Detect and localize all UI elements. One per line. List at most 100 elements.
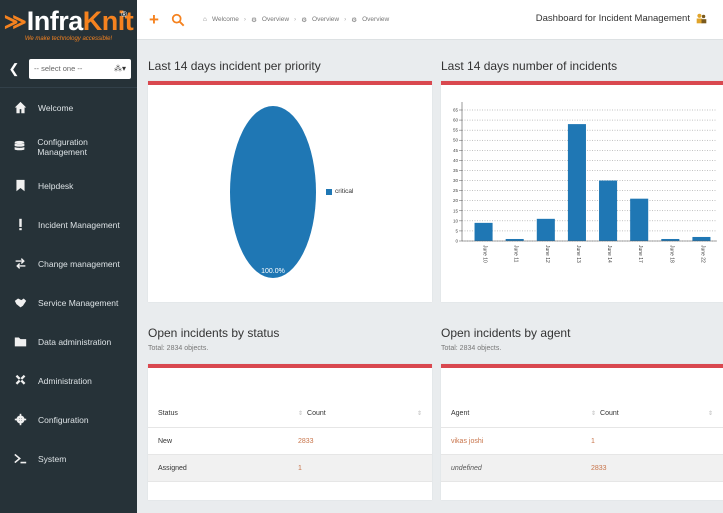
agent-cell-link[interactable]: vikas joshi — [441, 438, 591, 445]
agent-cell: undefined — [451, 464, 482, 472]
count-cell-link[interactable]: 2833 — [591, 465, 723, 472]
table-row[interactable]: vikas joshi 1 — [441, 428, 723, 455]
sort-icon[interactable]: ⇕ — [708, 410, 713, 417]
breadcrumb-item-icon: ⚙ — [351, 16, 358, 24]
breadcrumb-item[interactable]: Welcome — [212, 16, 239, 23]
sidebar-item-administration[interactable]: Administration — [0, 361, 137, 400]
pie-slice[interactable] — [230, 106, 316, 278]
count-cell-link[interactable]: 1 — [591, 438, 723, 445]
handshake-icon — [8, 296, 32, 309]
priority-panel-title: Last 14 days incident per priority — [148, 59, 321, 73]
sidebar-item-label: Data administration — [38, 336, 112, 347]
status-panel-title: Open incidents by status — [148, 326, 280, 340]
tools-icon — [8, 374, 32, 387]
folder-icon — [8, 335, 32, 348]
sidebar-item-helpdesk[interactable]: Helpdesk — [0, 166, 137, 205]
x-tick-label: June 17 — [637, 245, 643, 263]
table-row[interactable]: New 2833 — [148, 428, 432, 455]
pie-slice-label: 100.0% — [261, 268, 285, 275]
breadcrumb-item[interactable]: Overview — [312, 16, 339, 23]
dashboard-title-text: Dashboard for Incident Management — [535, 13, 690, 24]
status-table: Status ⇕ Count ⇕ New 2833 Assigned 1 — [148, 400, 432, 482]
brand-logo[interactable]: ≫ InfraKnit ® We make technology accessi… — [0, 0, 137, 50]
bar[interactable] — [536, 218, 555, 241]
bookmark-icon — [8, 179, 32, 192]
agent-panel-title: Open incidents by agent — [441, 326, 571, 340]
table-header-row: Agent ⇕ Count ⇕ — [441, 400, 723, 428]
y-tick-label: 30 — [453, 178, 459, 183]
priority-chart-card: 100.0% critical — [148, 81, 432, 302]
sidebar-menu: Welcome Configuration Management Helpdes… — [0, 88, 137, 478]
bar[interactable] — [692, 236, 711, 241]
status-column-header[interactable]: Status — [148, 410, 298, 417]
sort-icon[interactable]: ⇕ — [417, 410, 422, 417]
sidebar-item-configuration-management[interactable]: Configuration Management — [0, 127, 137, 166]
table-row[interactable]: undefined 2833 — [441, 455, 723, 482]
agent-table: Agent ⇕ Count ⇕ vikas joshi 1 undefined 2… — [441, 400, 723, 482]
y-tick-label: 60 — [453, 118, 459, 123]
sidebar-item-label: System — [38, 453, 67, 464]
sidebar-item-label: Administration — [38, 375, 92, 386]
bar[interactable] — [505, 238, 524, 241]
sidebar-item-system[interactable]: System — [0, 439, 137, 478]
status-table-card: Status ⇕ Count ⇕ New 2833 Assigned 1 — [148, 364, 432, 500]
table-row[interactable]: Assigned 1 — [148, 455, 432, 482]
y-tick-label: 35 — [453, 168, 459, 173]
bar[interactable] — [474, 222, 493, 241]
database-icon — [8, 140, 31, 153]
y-tick-label: 50 — [453, 138, 459, 143]
breadcrumb-item[interactable]: Overview — [262, 16, 289, 23]
bar[interactable] — [567, 124, 586, 241]
count-panel-title: Last 14 days number of incidents — [441, 59, 618, 73]
top-bar: + ⌂ Welcome › ⚙ Overview › ⚙ Overview › … — [137, 0, 723, 40]
breadcrumb: ⌂ Welcome › ⚙ Overview › ⚙ Overview › ⚙ … — [203, 16, 390, 24]
count-column-header[interactable]: Count — [600, 410, 619, 417]
sidebar-item-incident-management[interactable]: Incident Management — [0, 205, 137, 244]
logo-chevrons-icon: ≫ — [3, 8, 27, 34]
terminal-icon — [8, 452, 32, 465]
agent-column-header[interactable]: Agent — [441, 410, 591, 417]
x-tick-label: June 11 — [513, 245, 519, 263]
y-tick-label: 65 — [453, 108, 459, 113]
count-cell-link[interactable]: 2833 — [298, 438, 432, 445]
org-select[interactable]: -- select one -- ⁂▾ — [29, 58, 131, 79]
sidebar: ≫ InfraKnit ® We make technology accessi… — [0, 0, 137, 513]
sidebar-item-label: Configuration — [38, 414, 89, 425]
bar[interactable] — [661, 238, 680, 241]
agent-total: Total: 2834 objects. — [441, 345, 502, 352]
home-icon — [8, 101, 32, 114]
y-tick-label: 10 — [453, 218, 459, 223]
breadcrumb-item-icon: ⚙ — [251, 16, 257, 24]
sort-icon[interactable]: ⇕ — [298, 411, 303, 417]
org-select-placeholder: -- select one -- — [34, 64, 83, 73]
exclamation-icon — [8, 218, 32, 231]
y-tick-label: 45 — [453, 148, 459, 153]
brand-name-part1: Infra — [26, 6, 84, 36]
count-cell-link[interactable]: 1 — [298, 465, 432, 472]
dashboard-users-icon[interactable] — [696, 13, 707, 24]
sidebar-item-label: Helpdesk — [38, 180, 74, 191]
breadcrumb-item[interactable]: Overview — [362, 16, 389, 23]
brand-tagline: We make technology accessible! — [24, 36, 113, 42]
bar[interactable] — [630, 198, 649, 241]
dashboard-title: Dashboard for Incident Management — [536, 13, 707, 24]
sidebar-item-configuration[interactable]: Configuration — [0, 400, 137, 439]
exchange-icon — [8, 257, 32, 270]
sidebar-item-data-administration[interactable]: Data administration — [0, 322, 137, 361]
sort-icon[interactable]: ⇕ — [591, 411, 596, 417]
sidebar-item-service-management[interactable]: Service Management — [0, 283, 137, 322]
y-tick-label: 40 — [453, 158, 459, 163]
sidebar-item-welcome[interactable]: Welcome — [0, 88, 137, 127]
status-total: Total: 2834 objects. — [148, 345, 209, 352]
collapse-sidebar-icon[interactable]: ❮ — [6, 61, 22, 77]
count-column-header[interactable]: Count — [307, 410, 326, 417]
x-tick-label: June 22 — [699, 245, 705, 263]
sidebar-item-change-management[interactable]: Change management — [0, 244, 137, 283]
legend-label: critical — [335, 188, 354, 195]
x-tick-label: June 14 — [606, 245, 612, 263]
search-icon[interactable] — [171, 13, 185, 27]
bar[interactable] — [599, 180, 618, 241]
sidebar-item-label: Service Management — [38, 297, 119, 308]
new-item-icon[interactable]: + — [149, 10, 163, 30]
y-tick-label: 5 — [455, 228, 458, 233]
